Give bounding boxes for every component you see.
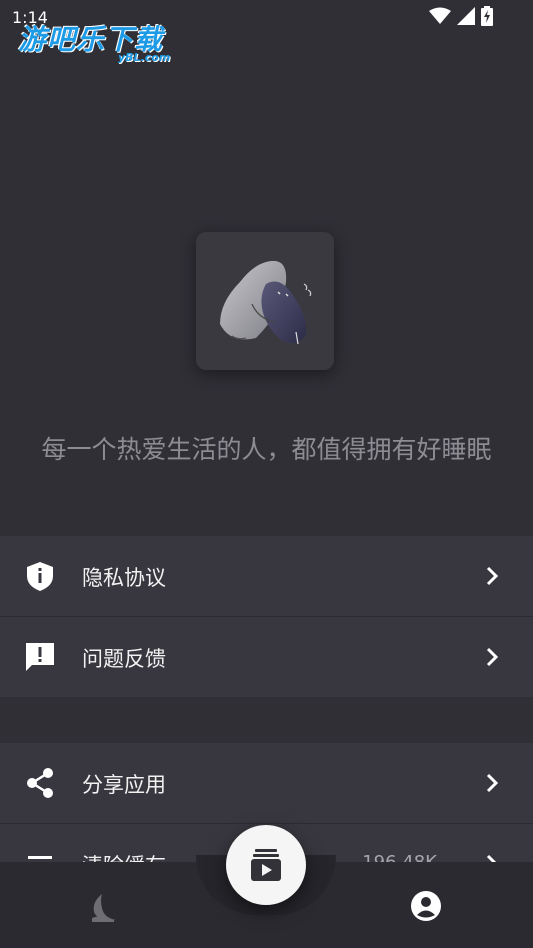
nav-item-sleep[interactable] [88, 892, 120, 924]
app-logo [196, 232, 334, 370]
signal-icon [457, 7, 475, 25]
menu-item-label: 问题反馈 [82, 647, 166, 671]
menu-item-share[interactable]: 分享应用 [0, 743, 533, 823]
chevron-right-icon [486, 647, 499, 667]
profile-icon [411, 891, 441, 921]
chevron-right-icon [486, 566, 499, 586]
wifi-icon [429, 7, 451, 24]
menu-item-label: 隐私协议 [82, 566, 166, 590]
chevron-right-icon [486, 773, 499, 793]
battery-charging-icon [481, 6, 493, 26]
menu-group-info: 隐私协议 问题反馈 [0, 536, 533, 697]
menu-item-privacy[interactable]: 隐私协议 [0, 536, 533, 616]
watermark-logo: 游吧乐下载 yBL.com [18, 18, 170, 64]
nav-item-profile[interactable] [410, 890, 442, 922]
share-icon [27, 768, 53, 798]
feedback-icon [26, 643, 54, 671]
menu-item-feedback[interactable]: 问题反馈 [0, 616, 533, 697]
play-library-icon [251, 849, 281, 881]
status-icons [429, 6, 493, 26]
sleep-stone-logo [220, 260, 312, 345]
shield-info-icon [27, 562, 53, 591]
center-play-button[interactable] [226, 825, 306, 905]
slogan-text: 每一个热爱生活的人，都值得拥有好睡眠 [41, 435, 492, 464]
menu-item-label: 分享应用 [82, 773, 166, 797]
moon-sleep-icon [92, 894, 116, 922]
watermark-subtext: yBL.com [118, 51, 171, 64]
